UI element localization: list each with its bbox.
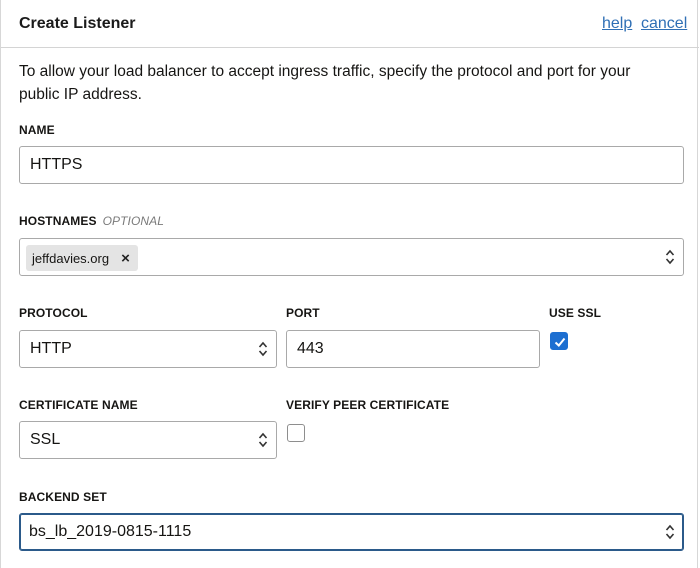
hostnames-label-text: HOSTNAMES [19,214,97,228]
chevron-up-down-icon [258,341,268,357]
name-input-value: HTTPS [30,156,83,173]
protocol-select-value: HTTP [30,340,72,357]
protocol-select[interactable]: HTTP [19,330,277,368]
cancel-link[interactable]: cancel [641,15,687,33]
backend-set-select[interactable]: bs_lb_2019-0815-1115 [19,513,684,551]
close-icon[interactable]: × [121,251,130,266]
name-label: NAME [19,123,55,137]
use-ssl-checkbox[interactable] [550,332,568,350]
hostnames-label: HOSTNAMES OPTIONAL [19,214,164,228]
help-link[interactable]: help [602,15,632,33]
backend-set-value: bs_lb_2019-0815-1115 [29,523,192,540]
protocol-label: PROTOCOL [19,306,88,320]
certificate-name-label: CERTIFICATE NAME [19,398,138,412]
hostname-chip: jeffdavies.org × [26,245,138,271]
optional-tag: OPTIONAL [102,214,165,228]
chevron-up-down-icon [258,432,268,448]
verify-peer-certificate-label: VERIFY PEER CERTIFICATE [286,398,450,412]
intro-text: To allow your load balancer to accept in… [19,63,631,103]
checkmark-icon [554,337,566,347]
dialog-header: Create Listener help cancel [1,0,699,48]
backend-set-label: BACKEND SET [19,490,107,504]
port-input-value: 443 [297,340,324,357]
chevron-up-down-icon [665,524,675,540]
dialog-title: Create Listener [19,15,136,32]
verify-peer-certificate-checkbox[interactable] [287,424,305,442]
chevron-up-down-icon[interactable] [665,248,675,266]
certificate-name-select[interactable]: SSL [19,421,277,459]
hostname-chip-label: jeffdavies.org [32,250,110,266]
use-ssl-label: USE SSL [549,306,602,320]
port-label: PORT [286,306,320,320]
name-input[interactable]: HTTPS [19,146,684,184]
port-input[interactable]: 443 [286,330,540,368]
create-listener-dialog: Create Listener help cancel To allow you… [0,0,699,568]
certificate-name-value: SSL [30,431,61,448]
hostnames-select[interactable]: jeffdavies.org × [19,238,684,276]
